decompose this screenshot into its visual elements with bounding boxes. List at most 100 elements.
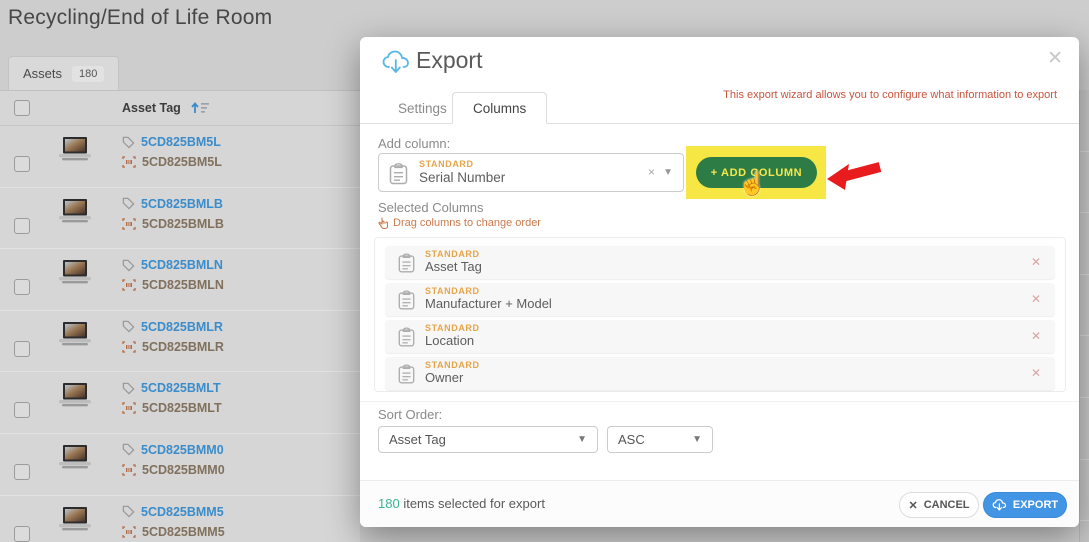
sort-field-value: Asset Tag (389, 432, 446, 447)
selected-column-row[interactable]: STANDARD Manufacturer + Model ✕ (385, 283, 1055, 316)
asset-tag-link[interactable]: 5CD825BMM5 (141, 505, 224, 519)
barcode-icon (122, 526, 136, 538)
table-row: 5CD825BMLN 5CD825BMLN (0, 249, 360, 311)
row-checkbox[interactable] (14, 526, 30, 542)
clipboard-icon (398, 327, 415, 351)
asset-serial: 5CD825BMLR (142, 340, 224, 354)
divider (360, 401, 1079, 402)
sort-asc-icon[interactable] (190, 100, 210, 120)
column-header-asset-tag[interactable]: Asset Tag (122, 101, 181, 115)
cloud-download-icon (382, 50, 410, 81)
export-count-text: 180 items selected for export (378, 496, 545, 511)
row-checkbox[interactable] (14, 402, 30, 418)
selected-column-row[interactable]: STANDARD Asset Tag ✕ (385, 246, 1055, 279)
asset-thumbnail (56, 445, 94, 476)
sort-field-select[interactable]: Asset Tag ▼ (378, 426, 598, 453)
asset-thumbnail (56, 383, 94, 414)
column-type: STANDARD (425, 360, 480, 370)
table-row: 5CD825BMLB 5CD825BMLB (0, 188, 360, 250)
column-type: STANDARD (425, 286, 480, 296)
wizard-help-text: This export wizard allows you to configu… (723, 89, 1057, 101)
asset-serial: 5CD825BMLT (142, 401, 222, 415)
cloud-download-icon (992, 499, 1007, 512)
table-row: 5CD825BMLR 5CD825BMLR (0, 311, 360, 373)
tag-icon (122, 320, 135, 333)
table-row: 5CD825BMLT 5CD825BMLT (0, 372, 360, 434)
asset-thumbnail (56, 322, 94, 353)
clipboard-icon (398, 290, 415, 314)
asset-tag-link[interactable]: 5CD825BMLT (141, 381, 221, 395)
row-checkbox[interactable] (14, 156, 30, 172)
asset-tag-link[interactable]: 5CD825BMLR (141, 320, 223, 334)
asset-thumbnail (56, 260, 94, 291)
barcode-icon (122, 218, 136, 230)
barcode-icon (122, 279, 136, 291)
export-count: 180 (378, 496, 400, 511)
asset-tag-link[interactable]: 5CD825BM5L (141, 135, 221, 149)
row-checkbox[interactable] (14, 464, 30, 480)
column-name: Owner (425, 370, 463, 385)
selected-column-row[interactable]: STANDARD Location ✕ (385, 320, 1055, 353)
remove-column-icon[interactable]: ✕ (1031, 366, 1041, 380)
asset-thumbnail (56, 137, 94, 168)
column-name: Location (425, 333, 474, 348)
assets-table: Asset Tag 5CD825BM5L 5CD825BM5L 5CD825BM… (0, 90, 360, 542)
column-type: STANDARD (425, 249, 480, 259)
row-checkbox[interactable] (14, 279, 30, 295)
cancel-button[interactable]: ✕ CANCEL (899, 492, 979, 518)
asset-serial: 5CD825BMLN (142, 278, 224, 292)
red-arrow-icon (825, 158, 883, 199)
column-name: Asset Tag (425, 259, 482, 274)
sort-direction-select[interactable]: ASC ▼ (607, 426, 713, 453)
chevron-down-icon: ▼ (577, 434, 587, 445)
asset-tag-link[interactable]: 5CD825BMLB (141, 197, 223, 211)
tag-icon (122, 259, 135, 272)
cancel-x-icon: ✕ (908, 499, 917, 512)
screen: { "page": { "title": "Recycling/End of L… (0, 0, 1089, 542)
barcode-icon (122, 402, 136, 414)
modal-title: Export (416, 47, 482, 74)
cancel-label: CANCEL (924, 499, 970, 511)
asset-serial: 5CD825BM5L (142, 155, 222, 169)
select-all-checkbox[interactable] (14, 100, 30, 116)
table-header-row: Asset Tag (0, 91, 360, 126)
add-column-label: Add column: (378, 136, 450, 151)
selected-columns-label: Selected Columns (378, 200, 484, 215)
remove-column-icon[interactable]: ✕ (1031, 292, 1041, 306)
add-column-select[interactable]: STANDARD Serial Number × ▼ (378, 153, 684, 192)
tab-columns[interactable]: Columns (452, 92, 547, 124)
table-right-edge (1079, 90, 1089, 542)
remove-column-icon[interactable]: ✕ (1031, 255, 1041, 269)
clipboard-icon (398, 253, 415, 277)
clipboard-icon (389, 163, 408, 190)
column-type: STANDARD (425, 323, 480, 333)
export-button[interactable]: EXPORT (983, 492, 1067, 518)
drag-hint: Drag columns to change order (378, 217, 541, 229)
selected-column-row[interactable]: STANDARD Owner ✕ (385, 357, 1055, 390)
asset-thumbnail (56, 507, 94, 538)
clear-selection-icon[interactable]: × (648, 165, 655, 179)
chevron-down-icon[interactable]: ▼ (663, 167, 673, 178)
barcode-icon (122, 341, 136, 353)
row-checkbox[interactable] (14, 218, 30, 234)
sort-order-label: Sort Order: (378, 407, 442, 422)
asset-serial: 5CD825BMM0 (142, 463, 225, 477)
asset-tag-link[interactable]: 5CD825BMM0 (141, 443, 224, 457)
selected-option-value: Serial Number (419, 170, 505, 185)
close-icon[interactable]: ✕ (1047, 47, 1063, 70)
tag-icon (122, 505, 135, 518)
export-modal: Export ✕ Settings Columns This export wi… (360, 37, 1079, 527)
tab-assets-label: Assets (23, 66, 62, 81)
barcode-icon (122, 156, 136, 168)
remove-column-icon[interactable]: ✕ (1031, 329, 1041, 343)
selected-columns-list: STANDARD Asset Tag ✕ STANDARD Manufactur… (374, 237, 1066, 392)
tag-icon (122, 443, 135, 456)
column-name: Manufacturer + Model (425, 296, 552, 311)
tab-assets[interactable]: Assets 180 (8, 56, 119, 90)
table-row: 5CD825BM5L 5CD825BM5L (0, 126, 360, 188)
page-title: Recycling/End of Life Room (8, 6, 272, 30)
table-row: 5CD825BMM5 5CD825BMM5 (0, 496, 360, 542)
row-checkbox[interactable] (14, 341, 30, 357)
asset-tag-link[interactable]: 5CD825BMLN (141, 258, 223, 272)
modal-footer: 180 items selected for export ✕ CANCEL E… (360, 480, 1079, 527)
